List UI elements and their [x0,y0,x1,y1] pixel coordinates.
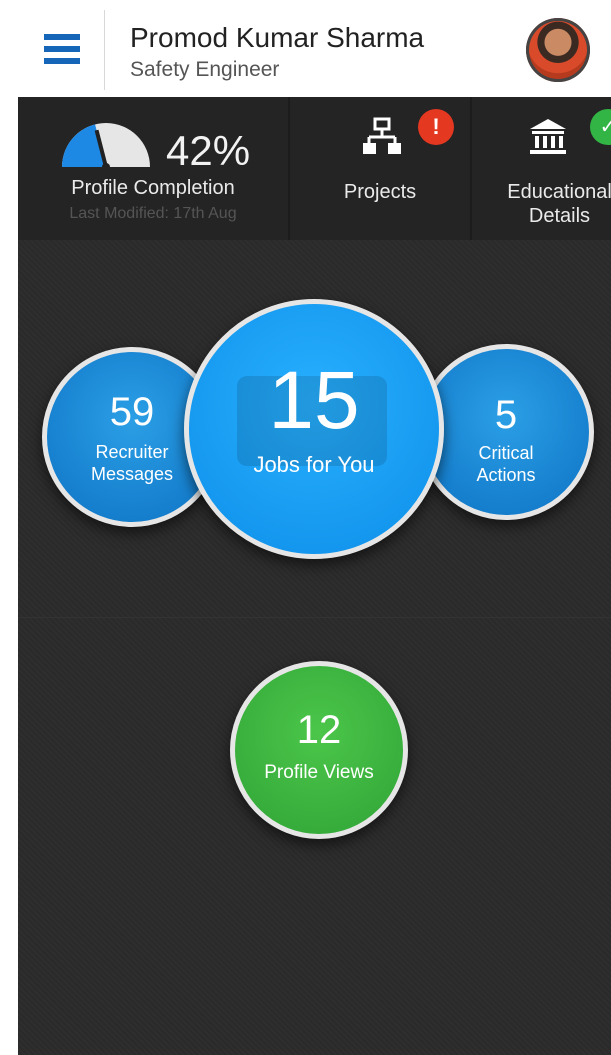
jobs-for-you-label: Jobs for You [253,452,375,477]
jobs-for-you-bubble[interactable]: 15 Jobs for You [184,299,444,559]
stats-row: 42% Profile Completion Last Modified: 17… [18,97,611,240]
last-modified-label: Last Modified: 17th Aug [69,205,237,222]
hierarchy-icon [363,117,401,154]
user-name: Promod Kumar Sharma [130,22,425,53]
profile-views-label: Profile Views [264,762,374,783]
profile-completion-label: Profile Completion [71,177,235,199]
section-divider [18,617,611,618]
hamburger-menu-icon[interactable] [44,34,80,64]
projects-card[interactable]: ! Projects [290,97,470,240]
profile-views-count: 12 [296,708,342,752]
profile-views-bubble[interactable]: 12 Profile Views [230,661,408,839]
critical-actions-count: 5 [494,393,518,437]
projects-label: Projects [343,181,417,203]
header-divider [104,10,105,90]
profile-completion-card[interactable]: 42% Profile Completion Last Modified: 17… [18,97,288,240]
educational-details-card[interactable]: ✓ Educational Details [472,97,611,240]
profile-percent: 42% [166,127,251,174]
projects-alert-badge: ! [418,109,454,145]
critical-actions-line1: Critical [478,443,534,463]
educational-label: Educational [507,181,611,203]
critical-actions-bubble[interactable]: 5 Critical Actions [418,344,594,520]
jobs-count: 15 [268,355,360,446]
app-header: Promod Kumar Sharma Safety Engineer [0,0,611,97]
dashboard-main: 42% Profile Completion Last Modified: 17… [18,97,611,1055]
gauge-icon [62,123,150,167]
details-label: Details [528,205,591,227]
critical-actions-line2: Actions [476,465,536,485]
check-icon: ✓ [590,109,611,145]
user-title: Safety Engineer [130,58,280,81]
institution-icon [530,119,566,154]
user-avatar[interactable] [526,18,590,82]
